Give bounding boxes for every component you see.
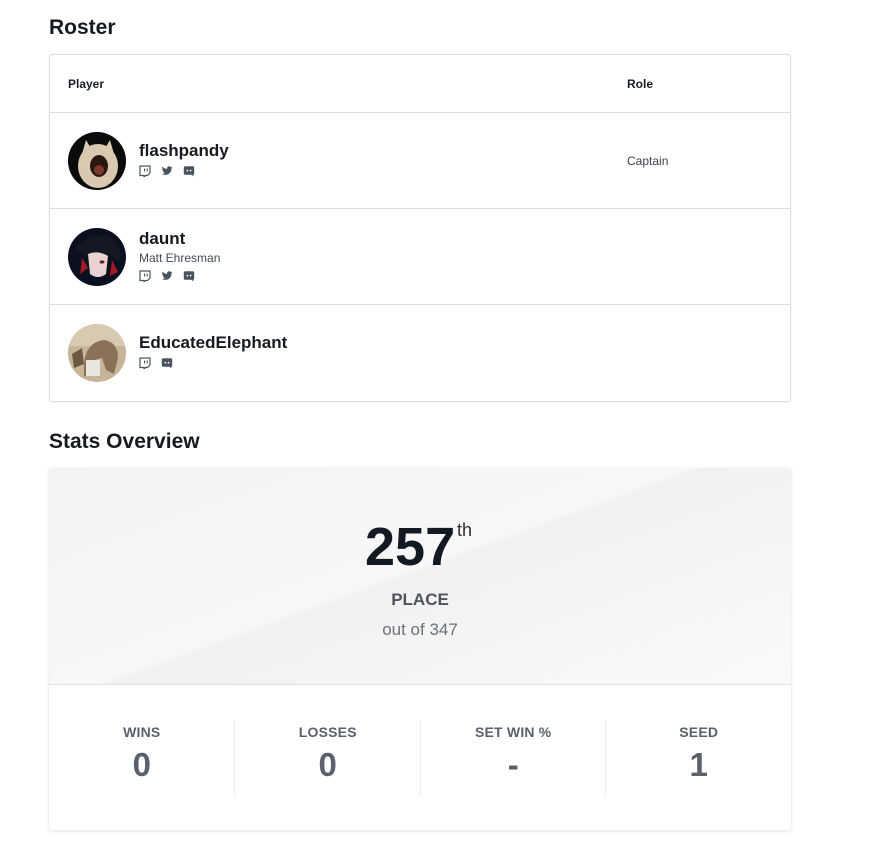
roster-table: Player Role flashpandy Captain daunt Mat… bbox=[49, 54, 791, 402]
stats-summary: WINS 0 LOSSES 0 SET WIN % - SEED 1 bbox=[49, 720, 791, 796]
place-total: out of 347 bbox=[382, 620, 458, 639]
social-links bbox=[139, 357, 173, 369]
twitch-icon[interactable] bbox=[139, 357, 151, 369]
stat-label: WINS bbox=[123, 724, 161, 740]
stat-value: 0 bbox=[132, 746, 151, 783]
column-header-player: Player bbox=[68, 77, 105, 91]
stat-value: 1 bbox=[689, 746, 708, 783]
discord-icon[interactable] bbox=[161, 357, 173, 369]
twitter-icon[interactable] bbox=[161, 270, 173, 282]
avatar[interactable] bbox=[68, 132, 126, 190]
stats-overview-title: Stats Overview bbox=[49, 430, 200, 453]
stat-value: 0 bbox=[318, 746, 337, 783]
player-name[interactable]: daunt bbox=[139, 229, 185, 249]
place-suffix: th bbox=[457, 520, 473, 540]
discord-icon[interactable] bbox=[183, 270, 195, 282]
stat-set-win-percent: SET WIN % - bbox=[419, 720, 606, 796]
stat-seed: SEED 1 bbox=[605, 720, 791, 796]
twitch-icon[interactable] bbox=[139, 270, 151, 282]
social-links bbox=[139, 165, 195, 177]
social-links bbox=[139, 270, 195, 282]
stats-overview-card: 257 th PLACE out of 347 WINS 0 LOSSES 0 … bbox=[49, 468, 791, 830]
player-name[interactable]: EducatedElephant bbox=[139, 333, 287, 353]
player-real-name: Matt Ehresman bbox=[139, 251, 221, 265]
roster-row: flashpandy Captain bbox=[50, 113, 790, 209]
column-header-role: Role bbox=[627, 77, 654, 91]
place-label: PLACE bbox=[391, 590, 449, 609]
stat-value: - bbox=[507, 746, 519, 783]
stat-losses: LOSSES 0 bbox=[234, 720, 420, 796]
roster-row: daunt Matt Ehresman bbox=[50, 209, 790, 305]
role-cell: Captain bbox=[627, 154, 669, 168]
stat-wins: WINS 0 bbox=[49, 720, 234, 796]
discord-icon[interactable] bbox=[183, 165, 195, 177]
avatar[interactable] bbox=[68, 228, 126, 286]
roster-title: Roster bbox=[49, 16, 116, 39]
stat-label: LOSSES bbox=[298, 724, 357, 740]
player-name[interactable]: flashpandy bbox=[139, 141, 229, 161]
twitter-icon[interactable] bbox=[161, 165, 173, 177]
twitch-icon[interactable] bbox=[139, 165, 151, 177]
roster-row: EducatedElephant bbox=[50, 305, 790, 401]
roster-header-row: Player Role bbox=[50, 55, 790, 113]
stat-label: SET WIN % bbox=[474, 724, 552, 740]
avatar[interactable] bbox=[68, 324, 126, 382]
stat-label: SEED bbox=[679, 724, 719, 740]
placement-panel: 257 th PLACE out of 347 bbox=[49, 468, 791, 685]
place-number: 257 bbox=[365, 517, 456, 577]
